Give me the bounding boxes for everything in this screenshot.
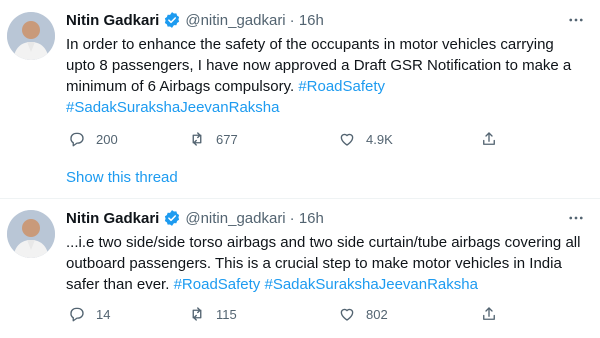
author-handle[interactable]: @nitin_gadkari xyxy=(185,12,285,29)
reply-count: 14 xyxy=(96,306,111,322)
divider xyxy=(0,198,600,199)
more-icon[interactable] xyxy=(566,208,586,228)
reply-button[interactable]: 200 xyxy=(68,127,118,151)
avatar[interactable] xyxy=(7,210,55,258)
like-icon xyxy=(340,308,354,321)
reply-count: 200 xyxy=(96,131,118,147)
reply-icon xyxy=(70,132,84,147)
share-icon xyxy=(483,307,495,320)
avatar[interactable] xyxy=(7,12,55,60)
tweet-time[interactable]: · 16h xyxy=(290,12,324,29)
share-button[interactable] xyxy=(480,302,508,326)
like-icon xyxy=(340,133,354,146)
author-name[interactable]: Nitin Gadkari xyxy=(66,210,159,227)
tweet-time[interactable]: · 16h xyxy=(290,210,324,227)
like-count: 802 xyxy=(366,306,388,322)
hashtag-link[interactable]: #RoadSafety xyxy=(298,78,385,95)
author-name[interactable]: Nitin Gadkari xyxy=(66,12,159,29)
hashtag-link[interactable]: #SadakSurakshaJeevanRaksha xyxy=(264,276,477,293)
retweet-button[interactable]: 115 xyxy=(188,302,237,326)
tweet-text: In order to enhance the safety of the oc… xyxy=(66,34,586,118)
hashtag-link[interactable]: #SadakSurakshaJeevanRaksha xyxy=(66,99,279,116)
retweet-count: 115 xyxy=(216,306,237,322)
retweet-icon xyxy=(192,307,202,321)
retweet-icon xyxy=(192,132,202,146)
verified-badge-icon xyxy=(163,209,181,227)
retweet-button[interactable]: 677 xyxy=(188,127,238,151)
more-icon[interactable] xyxy=(566,10,586,30)
share-icon xyxy=(483,132,495,145)
retweet-count: 677 xyxy=(216,131,238,147)
show-thread-link[interactable]: Show this thread xyxy=(66,169,178,186)
verified-badge-icon xyxy=(163,11,181,29)
share-button[interactable] xyxy=(480,127,508,151)
like-count: 4.9K xyxy=(366,131,393,147)
reply-icon xyxy=(70,307,84,322)
like-button[interactable]: 4.9K xyxy=(338,127,393,151)
like-button[interactable]: 802 xyxy=(338,302,388,326)
reply-button[interactable]: 14 xyxy=(68,302,110,326)
hashtag-link[interactable]: #RoadSafety xyxy=(174,276,261,293)
tweet-text: ...i.e two side/side torso airbags and t… xyxy=(66,232,586,295)
author-handle[interactable]: @nitin_gadkari xyxy=(185,210,285,227)
